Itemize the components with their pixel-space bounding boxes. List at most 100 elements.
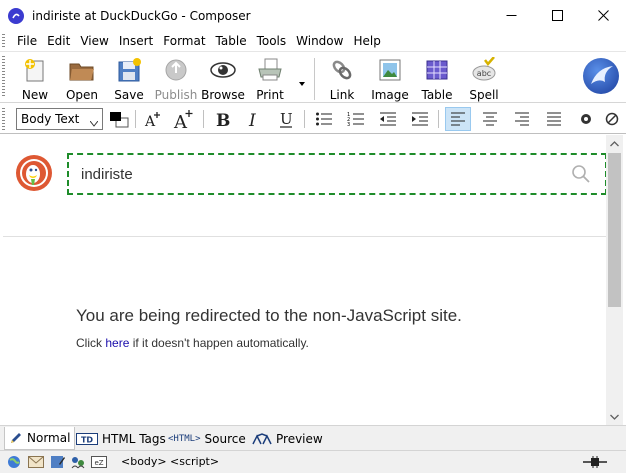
toolbar-grip[interactable] — [2, 56, 5, 98]
no-wrap-button[interactable] — [599, 107, 625, 131]
tag-body[interactable]: <body> — [121, 455, 167, 468]
indent-button[interactable] — [407, 107, 433, 131]
justify-button[interactable] — [541, 107, 567, 131]
spell-icon: abc — [470, 56, 498, 84]
scroll-up-arrow[interactable] — [606, 135, 623, 152]
bold-icon: B — [216, 111, 230, 129]
tab-preview[interactable]: Preview — [248, 427, 327, 450]
minimize-button[interactable] — [488, 0, 534, 31]
decrease-font-size-button[interactable]: A — [140, 107, 166, 131]
format-toolbar-grip[interactable] — [2, 108, 5, 130]
chevron-down-icon — [89, 116, 99, 127]
tab-source[interactable]: <HTML> Source — [164, 427, 250, 450]
tab-html-tags[interactable]: TD HTML Tags — [72, 427, 170, 450]
svg-text:TD: TD — [81, 435, 93, 444]
maximize-button[interactable] — [534, 0, 580, 31]
image-button[interactable]: Image — [366, 54, 414, 102]
numbered-list-button[interactable]: 123 — [343, 107, 369, 131]
tag-script[interactable]: <script> — [170, 455, 219, 468]
menu-tools[interactable]: Tools — [252, 34, 292, 48]
align-right-button[interactable] — [509, 107, 535, 131]
browse-button[interactable]: Browse — [199, 54, 247, 102]
align-right-icon — [515, 112, 529, 126]
address-book-icon[interactable]: eZ — [91, 454, 107, 470]
align-center-button[interactable] — [477, 107, 503, 131]
seamonkey-logo[interactable] — [583, 58, 619, 94]
globe-icon[interactable] — [6, 454, 22, 470]
app-icon[interactable] — [8, 7, 24, 24]
link-button[interactable]: Link — [318, 54, 366, 102]
mail-icon[interactable] — [28, 454, 44, 470]
editor-content[interactable]: indiriste You are being redirected to th… — [3, 135, 606, 425]
menu-insert[interactable]: Insert — [114, 34, 158, 48]
menu-help[interactable]: Help — [348, 34, 385, 48]
chat-icon[interactable] — [70, 454, 86, 470]
justify-icon — [547, 112, 561, 126]
insert-element-button[interactable] — [573, 107, 599, 131]
open-button[interactable]: Open — [58, 54, 106, 102]
larger-text-icon: A — [173, 110, 193, 130]
menu-edit[interactable]: Edit — [42, 34, 75, 48]
paragraph-format-select[interactable]: Body Text — [16, 108, 103, 130]
menu-view[interactable]: View — [75, 34, 113, 48]
search-icon[interactable] — [571, 164, 591, 184]
edit-mode-tabs: Normal TD HTML Tags <HTML> Source Previe… — [0, 425, 626, 450]
online-status-icon[interactable] — [582, 454, 608, 470]
svg-text:U: U — [280, 110, 293, 128]
redirect-instruction: Click here if it doesn't happen automati… — [76, 336, 309, 350]
menu-window[interactable]: Window — [291, 34, 348, 48]
publish-button[interactable]: Publish — [152, 54, 200, 102]
underline-button[interactable]: U — [273, 107, 299, 131]
save-label: Save — [114, 88, 144, 102]
print-button[interactable]: Print — [246, 54, 294, 102]
svg-text:I: I — [248, 111, 256, 129]
underline-icon: U — [280, 110, 293, 128]
menu-table[interactable]: Table — [211, 34, 252, 48]
align-left-button[interactable] — [445, 107, 471, 131]
scroll-down-arrow[interactable] — [606, 408, 623, 425]
spell-button[interactable]: abc Spell — [460, 54, 508, 102]
save-button[interactable]: Save — [105, 54, 153, 102]
print-dropdown-arrow[interactable] — [299, 76, 306, 86]
duckduckgo-logo[interactable] — [16, 155, 52, 191]
image-icon — [376, 56, 404, 84]
menu-file[interactable]: File — [12, 34, 42, 48]
bullet-list-icon — [316, 112, 332, 126]
tab-source-label: Source — [204, 431, 246, 446]
menubar-grip[interactable] — [2, 34, 5, 48]
composer-icon[interactable] — [50, 454, 66, 470]
redirect-message: You are being redirected to the non-Java… — [76, 306, 462, 325]
tab-normal[interactable]: Normal — [4, 427, 76, 450]
html-tags-icon: TD — [76, 432, 98, 445]
bold-button[interactable]: B — [209, 107, 235, 131]
align-center-icon — [483, 112, 497, 126]
color-swatch-icon — [110, 112, 129, 128]
composition-toolbar: New Open Save Publish Browse Print Link … — [0, 51, 626, 103]
link-icon — [328, 56, 356, 84]
here-link[interactable]: here — [105, 336, 129, 350]
new-button[interactable]: New — [11, 54, 59, 102]
print-icon — [256, 56, 284, 84]
scroll-thumb[interactable] — [608, 153, 621, 307]
table-button[interactable]: Table — [413, 54, 461, 102]
tab-preview-label: Preview — [276, 431, 323, 446]
outdent-button[interactable] — [375, 107, 401, 131]
search-input[interactable]: indiriste — [67, 153, 606, 195]
close-button[interactable] — [580, 0, 626, 31]
link-chain-icon — [605, 112, 619, 126]
text-color-button[interactable] — [106, 107, 132, 131]
browse-icon — [209, 56, 237, 84]
indent-icon — [412, 112, 428, 126]
svg-text:abc: abc — [477, 69, 491, 78]
print-label: Print — [256, 88, 284, 102]
format-separator — [203, 110, 204, 128]
vertical-scrollbar[interactable] — [606, 135, 623, 425]
bulleted-list-button[interactable] — [311, 107, 337, 131]
format-separator — [438, 110, 439, 128]
italic-button[interactable]: I — [241, 107, 267, 131]
menu-format[interactable]: Format — [158, 34, 210, 48]
image-label: Image — [371, 88, 409, 102]
spell-label: Spell — [469, 88, 499, 102]
increase-font-size-button[interactable]: A — [171, 107, 197, 131]
tab-html-tags-label: HTML Tags — [102, 431, 166, 446]
